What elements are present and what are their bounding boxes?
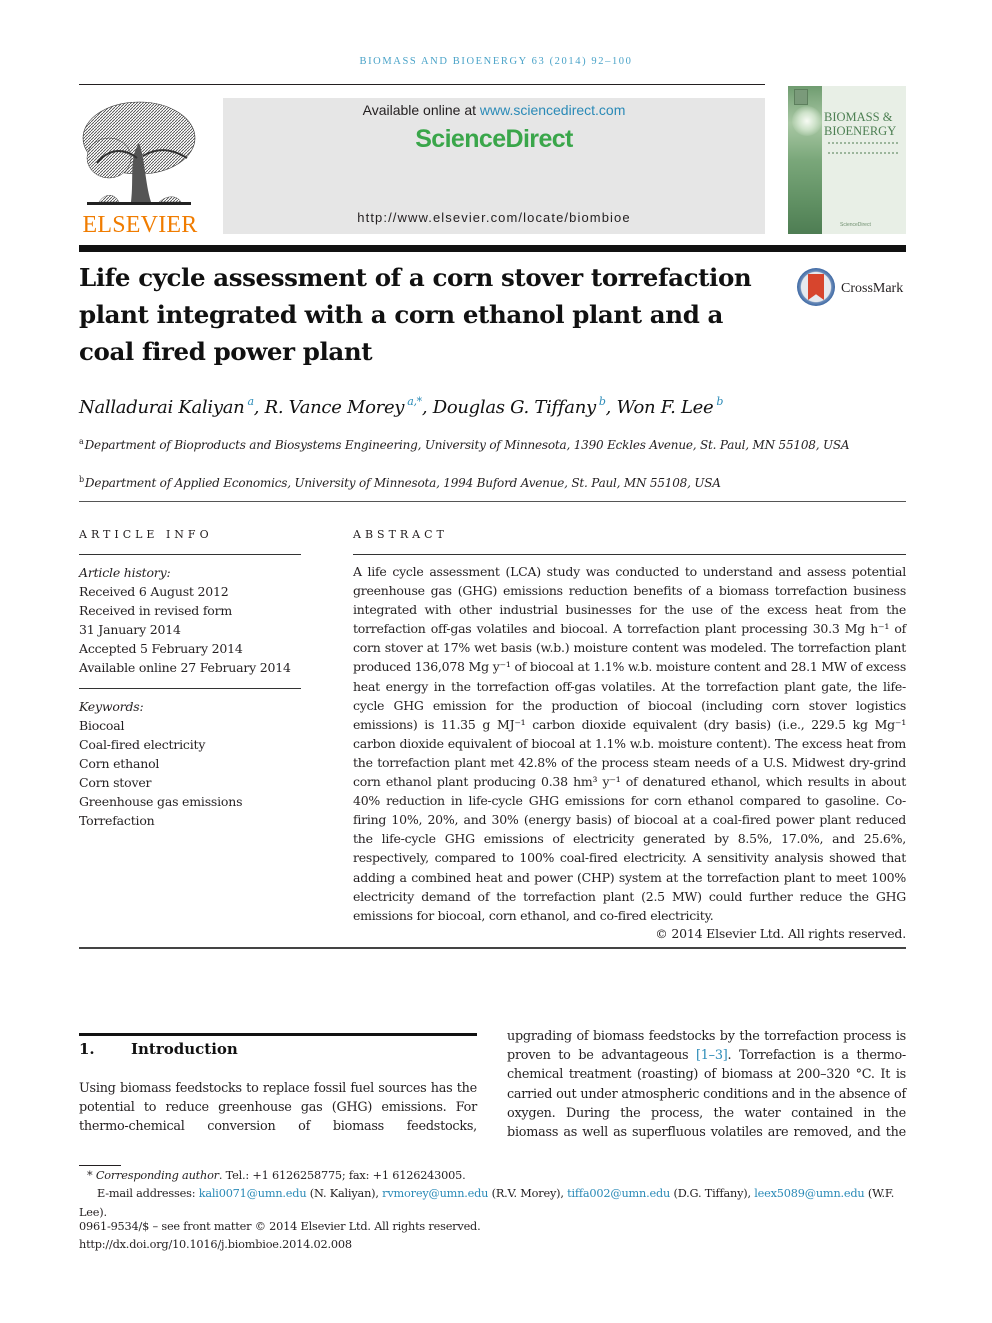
affiliation-text: Department of Applied Economics, Univers… <box>84 476 721 490</box>
crossmark-button[interactable]: CrossMark <box>797 268 927 312</box>
running-head: BIOMASS AND BIOENERGY 63 (2014) 92–100 <box>359 56 633 67</box>
front-matter-note: 0961-9534/$ – see front matter © 2014 El… <box>79 1220 481 1233</box>
introduction-paragraph-left: Using biomass feedstocks to replace foss… <box>79 1081 477 1135</box>
crossmark-label: CrossMark <box>841 281 904 296</box>
article-info-heading: ARTICLE INFO <box>79 528 213 541</box>
section-heading-introduction: 1. Introduction <box>79 1040 238 1058</box>
sciencedirect-banner: Available online at www.sciencedirect.co… <box>223 98 765 234</box>
author-separator: , <box>253 397 265 418</box>
keywords-label: Keywords: <box>79 699 144 714</box>
abstract-copyright: © 2014 Elsevier Ltd. All rights reserved… <box>655 926 906 941</box>
author-name[interactable]: Nalladurai Kaliyan <box>79 397 245 418</box>
article-history-label: Article history: <box>79 565 171 580</box>
divider <box>353 554 906 555</box>
journal-cover-thumbnail[interactable]: BIOMASS & BIOENERGY ScienceDirect <box>788 86 906 234</box>
doi-link[interactable]: http://dx.doi.org/10.1016/j.biombioe.201… <box>79 1236 909 1255</box>
citation-link[interactable]: [1–3] <box>696 1048 728 1063</box>
article-history: Article history: Received 6 August 2012 … <box>79 563 304 677</box>
keyword-item: Torrefaction <box>79 813 155 828</box>
cover-title: BIOMASS & BIOENERGY <box>824 110 904 138</box>
keyword-item: Greenhouse gas emissions <box>79 794 243 809</box>
affiliation-mark: a <box>79 437 84 446</box>
affiliation-text: Department of Bioproducts and Biosystems… <box>84 438 850 452</box>
keywords: Keywords: Biocoal Coal-fired electricity… <box>79 697 304 830</box>
keyword-item: Corn ethanol <box>79 756 160 771</box>
article-title: Life cycle assessment of a corn stover t… <box>79 263 752 366</box>
author-separator: , <box>421 397 433 418</box>
cover-elsevier-mini-logo <box>794 89 808 105</box>
history-item: 31 January 2014 <box>79 622 181 637</box>
divider <box>79 501 906 502</box>
author-name[interactable]: Won F. Lee <box>616 397 713 418</box>
contact-numbers: . Tel.: +1 6126258775; fax: +1 612624300… <box>218 1169 466 1182</box>
keyword-item: Corn stover <box>79 775 152 790</box>
abstract-heading: ABSTRACT <box>353 528 448 541</box>
cover-title-line2: BIOENERGY <box>824 124 897 138</box>
email-owner: (D.G. Tiffany), <box>670 1187 755 1200</box>
sciencedirect-logo[interactable]: ScienceDirect <box>223 125 765 154</box>
history-item: Accepted 5 February 2014 <box>79 641 243 656</box>
email-link[interactable]: rvmorey@umn.edu <box>382 1187 488 1200</box>
cover-footer: ScienceDirect <box>840 222 871 228</box>
author-name[interactable]: Douglas G. Tiffany <box>433 397 597 418</box>
history-item: Received 6 August 2012 <box>79 584 229 599</box>
abstract-text: A life cycle assessment (LCA) study was … <box>353 564 906 923</box>
keyword-item: Biocoal <box>79 718 125 733</box>
author-name[interactable]: R. Vance Morey <box>265 397 405 418</box>
corresponding-author-note: * Corresponding author. Tel.: +1 6126258… <box>79 1167 917 1186</box>
available-online-prefix: Available online at <box>362 102 480 118</box>
divider <box>79 947 906 949</box>
author-affiliation-mark[interactable]: a,* <box>407 395 422 408</box>
author-separator: , <box>605 397 617 418</box>
author-affiliation-mark[interactable]: b <box>716 395 723 408</box>
corresponding-author-label: Corresponding author <box>95 1169 219 1182</box>
introduction-paragraph-right: upgrading of biomass feedstocks by the t… <box>507 1027 906 1142</box>
email-owner: (R.V. Morey), <box>488 1187 568 1200</box>
journal-homepage-link[interactable]: http://www.elsevier.com/locate/biombioe <box>223 210 765 225</box>
email-addresses: E-mail addresses: kali0071@umn.edu (N. K… <box>79 1185 909 1222</box>
header-thick-rule <box>79 245 906 252</box>
email-owner: (N. Kaliyan), <box>306 1187 383 1200</box>
cover-title-line1: BIOMASS & <box>824 110 893 124</box>
cover-fine-print <box>828 142 898 154</box>
keyword-item: Coal-fired electricity <box>79 737 206 752</box>
available-online-text: Available online at www.sciencedirect.co… <box>223 102 765 118</box>
email-link[interactable]: leex5089@umn.edu <box>754 1187 864 1200</box>
email-label: E-mail addresses: <box>97 1187 199 1200</box>
top-rule <box>79 84 765 85</box>
divider <box>79 688 301 689</box>
sciencedirect-link[interactable]: www.sciencedirect.com <box>480 102 626 118</box>
email-link[interactable]: kali0071@umn.edu <box>199 1187 307 1200</box>
author-affiliation-mark[interactable]: b <box>599 395 606 408</box>
section-title: Introduction <box>131 1040 238 1058</box>
tree-icon <box>82 101 196 205</box>
email-link[interactable]: tiffa002@umn.edu <box>567 1187 670 1200</box>
cover-sun-graphic <box>792 106 822 136</box>
affiliation-mark: b <box>79 475 84 484</box>
history-item: Received in revised form <box>79 603 233 618</box>
affiliation-b: bDepartment of Applied Economics, Univer… <box>79 470 909 493</box>
divider <box>79 554 301 555</box>
footnote-rule <box>79 1165 121 1166</box>
section-rule <box>79 1033 477 1036</box>
history-item: Available online 27 February 2014 <box>79 660 291 675</box>
footnote-mark: * <box>87 1169 93 1182</box>
elsevier-wordmark[interactable]: ELSEVIER <box>79 212 201 239</box>
author-list: Nalladurai Kaliyan a, R. Vance Morey a,*, … <box>79 395 909 418</box>
section-number: 1. <box>79 1040 95 1058</box>
affiliation-a: aDepartment of Bioproducts and Biosystem… <box>79 432 909 455</box>
